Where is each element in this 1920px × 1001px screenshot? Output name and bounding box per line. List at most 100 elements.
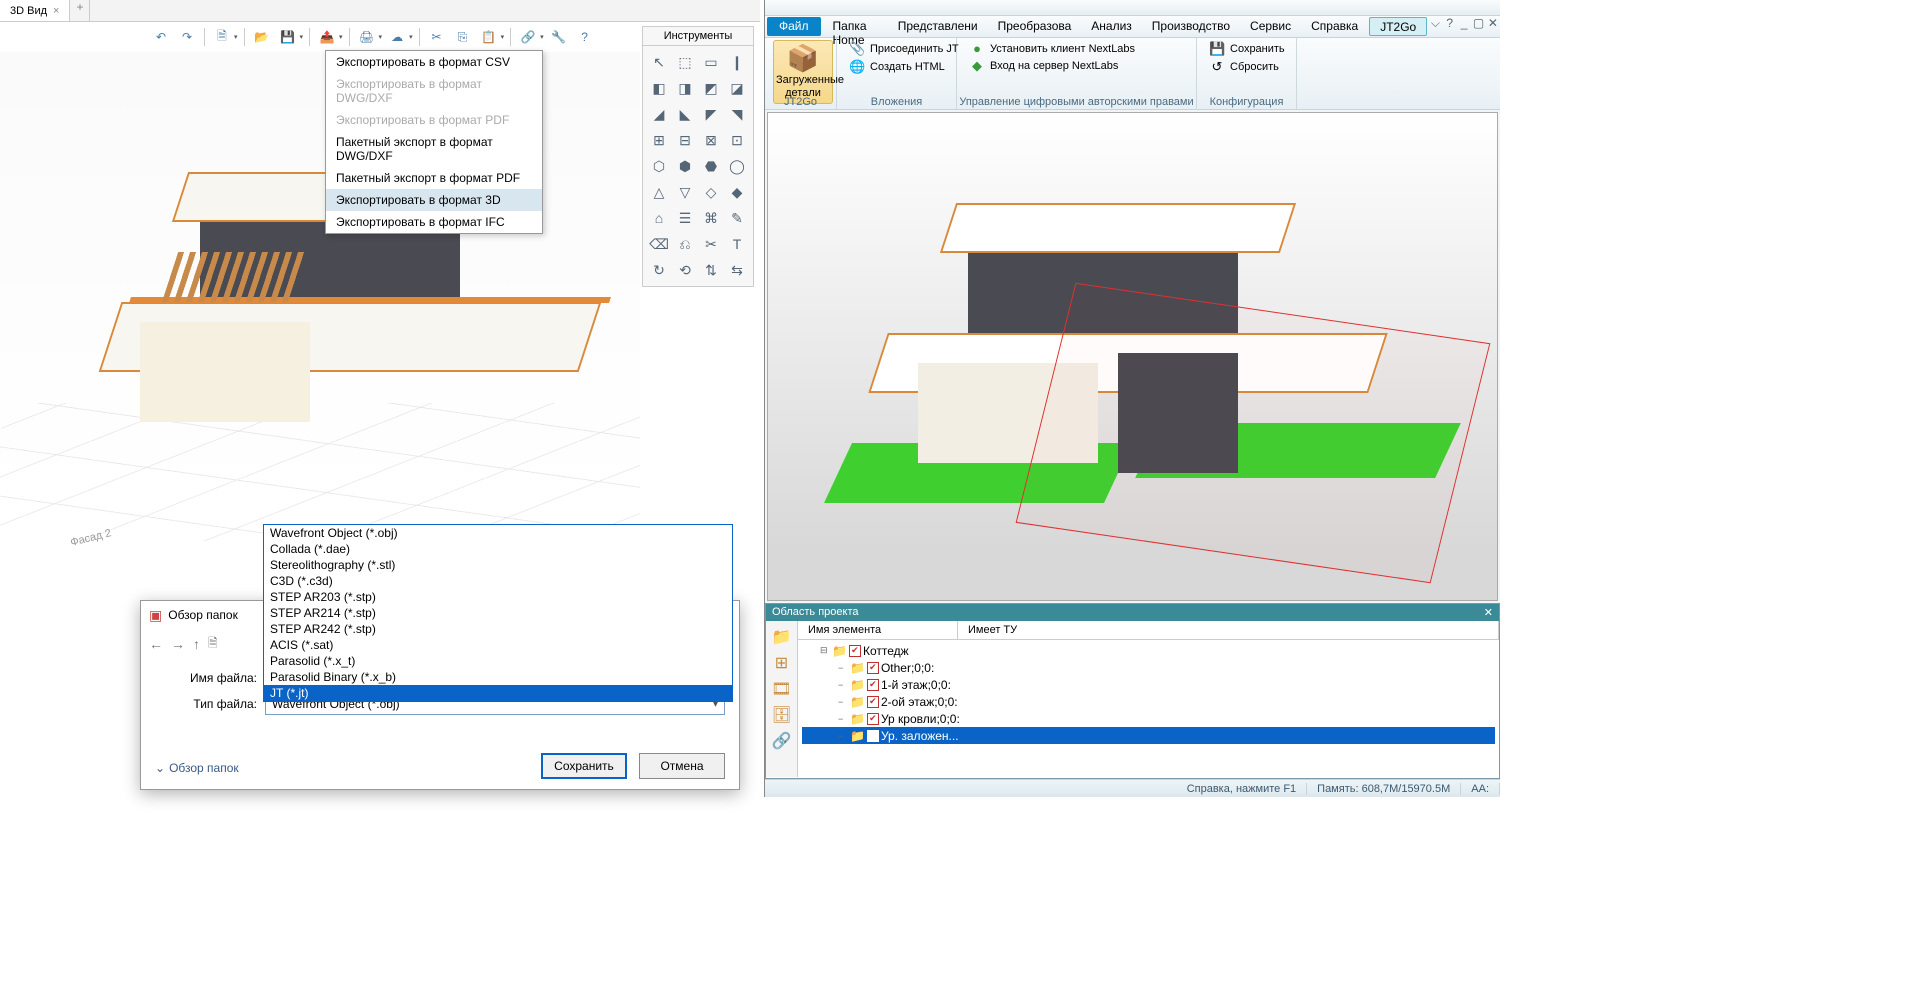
new-file-icon[interactable]: 🗎 <box>211 26 233 48</box>
window-help-icon[interactable]: ? <box>1443 16 1457 37</box>
menu-transform[interactable]: Преобразова <box>988 16 1082 37</box>
tool-button[interactable]: ◯ <box>725 154 749 178</box>
install-nextlabs-button[interactable]: ●Установить клиент NextLabs <box>965 40 1188 57</box>
menu-help[interactable]: Справка <box>1301 16 1368 37</box>
tool-button[interactable]: ⊠ <box>699 128 723 152</box>
tool-button[interactable]: ⌫ <box>647 232 671 256</box>
ribbon-collapse-icon[interactable]: ⌵ <box>1428 16 1442 37</box>
side-folder-icon[interactable]: 📁 <box>772 627 792 647</box>
file-format-option[interactable]: STEP AR242 (*.stp) <box>264 621 732 637</box>
tool-button[interactable]: ⊞ <box>647 128 671 152</box>
maximize-icon[interactable]: ▢ <box>1471 16 1485 37</box>
tool-button[interactable]: ⌘ <box>699 206 723 230</box>
tool-button[interactable]: ⬣ <box>699 154 723 178</box>
col-has-tu[interactable]: Имеет ТУ <box>958 621 1499 639</box>
tool-button[interactable]: T <box>725 232 749 256</box>
nav-back-icon[interactable]: ← <box>149 636 163 652</box>
export-menu-item[interactable]: Экспортировать в формат IFC <box>326 211 542 233</box>
file-format-option[interactable]: Parasolid Binary (*.x_b) <box>264 669 732 685</box>
loaded-parts-button[interactable]: 📦 Загруженные детали <box>773 40 833 104</box>
col-element-name[interactable]: Имя элемента <box>798 621 958 639</box>
menu-manufacture[interactable]: Производство <box>1142 16 1240 37</box>
create-html-button[interactable]: 🌐Создать HTML <box>845 58 948 76</box>
attach-jt-button[interactable]: 📎Присоединить JT <box>845 40 948 58</box>
file-format-option[interactable]: STEP AR214 (*.stp) <box>264 605 732 621</box>
tool-button[interactable]: ◥ <box>725 102 749 126</box>
tree-node[interactable]: −📁✔Other;0;0: <box>802 659 1495 676</box>
file-format-option[interactable]: Wavefront Object (*.obj) <box>264 525 732 541</box>
tool-button[interactable]: ⇆ <box>725 258 749 282</box>
right-3d-viewport[interactable] <box>767 112 1498 601</box>
tool-button[interactable]: ⬢ <box>673 154 697 178</box>
side-link-icon[interactable]: 🔗 <box>772 731 792 751</box>
cancel-button[interactable]: Отмена <box>639 753 725 779</box>
tool-button[interactable]: ⬚ <box>673 50 697 74</box>
tree-node[interactable]: −📁✔Ур. заложен... <box>802 727 1495 744</box>
tool-button[interactable]: ⊡ <box>725 128 749 152</box>
tool-button[interactable]: ◆ <box>725 180 749 204</box>
save-icon[interactable]: 💾 <box>277 26 299 48</box>
tool-button[interactable]: ⎌ <box>673 232 697 256</box>
tool-button[interactable]: ✂ <box>699 232 723 256</box>
menu-view[interactable]: Представлени <box>888 16 988 37</box>
minimize-icon[interactable]: _ <box>1457 16 1471 37</box>
tool-button[interactable]: ◇ <box>699 180 723 204</box>
copy-icon[interactable]: ⎘ <box>452 26 474 48</box>
menu-jt2go[interactable]: JT2Go <box>1369 17 1427 36</box>
file-format-option[interactable]: Stereolithography (*.stl) <box>264 557 732 573</box>
file-format-option[interactable]: C3D (*.c3d) <box>264 573 732 589</box>
export-menu-item[interactable]: Пакетный экспорт в формат PDF <box>326 167 542 189</box>
print-icon[interactable]: 🖨 <box>356 26 378 48</box>
nav-up-icon[interactable]: ↑ <box>193 636 200 652</box>
browse-folders-toggle[interactable]: Обзор папок <box>155 761 239 775</box>
tool-button[interactable]: △ <box>647 180 671 204</box>
redo-icon[interactable]: ↷ <box>176 26 198 48</box>
export-menu-item[interactable]: Экспортировать в формат CSV <box>326 51 542 73</box>
tool-button[interactable]: ⇅ <box>699 258 723 282</box>
nav-path-icon[interactable]: 🗎 <box>208 634 218 655</box>
help-icon[interactable]: ? <box>574 26 596 48</box>
close-icon[interactable]: × <box>53 5 59 17</box>
tree-node[interactable]: −📁✔2-ой этаж;0;0: <box>802 693 1495 710</box>
tree-node[interactable]: ⊟📁✔Коттедж <box>802 642 1495 659</box>
nav-forward-icon[interactable]: → <box>171 636 185 652</box>
file-format-option[interactable]: Collada (*.dae) <box>264 541 732 557</box>
side-db-icon[interactable]: 🗄 <box>771 705 791 725</box>
tab-3d-view[interactable]: 3D Вид × <box>0 0 70 21</box>
tool-button[interactable]: ☰ <box>673 206 697 230</box>
undo-icon[interactable]: ↶ <box>150 26 172 48</box>
tool-button[interactable]: ◤ <box>699 102 723 126</box>
wrench-icon[interactable]: 🔧 <box>548 26 570 48</box>
config-reset-button[interactable]: ↺Сбросить <box>1205 58 1288 76</box>
menu-analysis[interactable]: Анализ <box>1081 16 1142 37</box>
login-nextlabs-button[interactable]: ◆Вход на сервер NextLabs <box>965 57 1188 75</box>
export-menu-item[interactable]: Пакетный экспорт в формат DWG/DXF <box>326 131 542 167</box>
tool-button[interactable]: ◢ <box>647 102 671 126</box>
file-format-option[interactable]: Parasolid (*.x_t) <box>264 653 732 669</box>
panel-close-icon[interactable]: ✕ <box>1484 606 1493 619</box>
export-icon[interactable]: 📤 <box>316 26 338 48</box>
tool-button[interactable]: ⟲ <box>673 258 697 282</box>
menu-service[interactable]: Сервис <box>1240 16 1301 37</box>
menu-home[interactable]: Папка Home <box>823 16 888 37</box>
tool-button[interactable]: ↖ <box>647 50 671 74</box>
cut-icon[interactable]: ✂ <box>426 26 448 48</box>
save-button[interactable]: Сохранить <box>541 753 627 779</box>
config-save-button[interactable]: 💾Сохранить <box>1205 40 1288 58</box>
side-tree-icon[interactable]: ⊞ <box>775 653 788 673</box>
cloud-icon[interactable]: ☁ <box>386 26 408 48</box>
close-icon[interactable]: ✕ <box>1486 16 1500 37</box>
menu-file[interactable]: Файл <box>767 17 821 36</box>
export-menu-item[interactable]: Экспортировать в формат 3D <box>326 189 542 211</box>
tool-button[interactable]: ▽ <box>673 180 697 204</box>
tool-button[interactable]: ⬡ <box>647 154 671 178</box>
open-icon[interactable]: 📂 <box>251 26 273 48</box>
tool-button[interactable]: ⌂ <box>647 206 671 230</box>
tool-button[interactable]: ❙ <box>725 50 749 74</box>
side-film-icon[interactable]: 🎞 <box>771 679 791 699</box>
tool-button[interactable]: ✎ <box>725 206 749 230</box>
file-format-option[interactable]: JT (*.jt) <box>264 685 732 701</box>
new-tab-button[interactable]: + <box>70 0 90 21</box>
tree-node[interactable]: −📁✔Ур кровли;0;0: <box>802 710 1495 727</box>
tool-button[interactable]: ◩ <box>699 76 723 100</box>
